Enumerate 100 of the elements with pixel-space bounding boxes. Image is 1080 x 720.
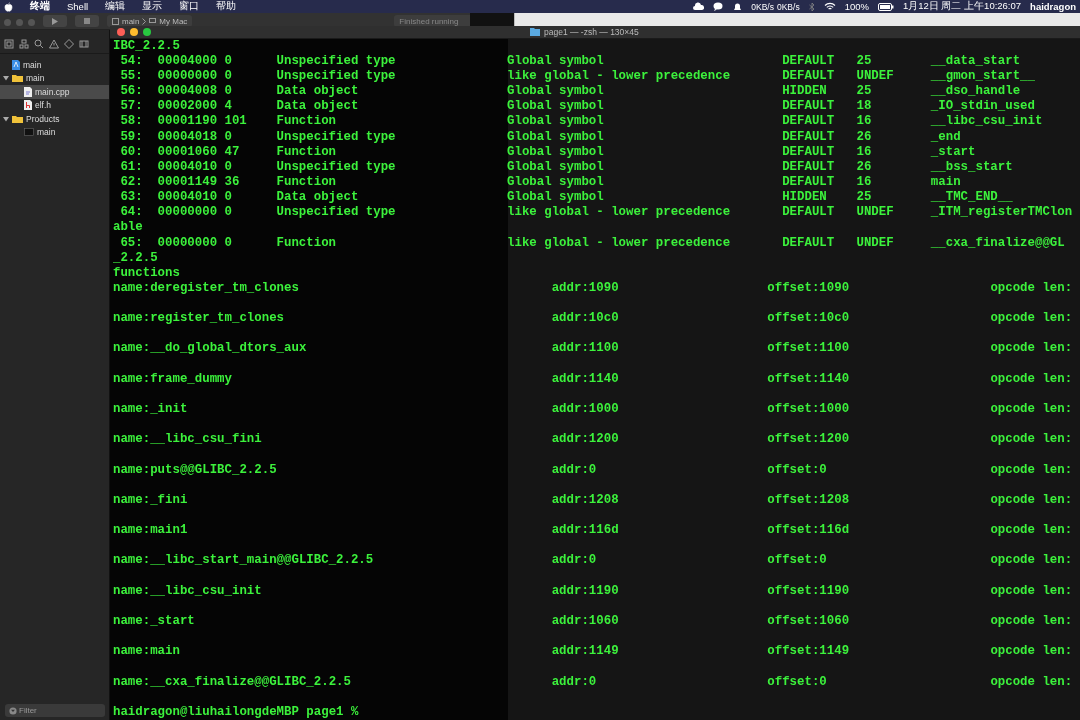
opcode-length: opcode len: xyxy=(990,583,1073,598)
symbol-section: 16 xyxy=(856,114,872,129)
app-icon xyxy=(112,17,119,25)
function-offset: offset:0 xyxy=(767,462,827,477)
symbol-size: 4 xyxy=(224,99,232,114)
folder-icon xyxy=(12,114,23,123)
terminal-text: able xyxy=(113,220,143,236)
function-address: addr:0 xyxy=(551,462,597,477)
symbol-size: 0 xyxy=(224,235,232,250)
symbol-value: 00004008 xyxy=(157,84,218,99)
run-button[interactable] xyxy=(43,15,67,27)
symbol-visibility: DEFAULT xyxy=(782,129,835,144)
symbol-index: 60: xyxy=(120,144,143,159)
symbol-visibility: HIDDEN xyxy=(782,190,827,205)
menu-item[interactable]: 显示 xyxy=(142,0,163,13)
symbol-section: 18 xyxy=(856,99,872,114)
function-address: addr:1100 xyxy=(551,341,619,356)
symbol-value: 00002000 xyxy=(157,99,218,114)
filter-field[interactable]: Filter xyxy=(5,704,105,717)
symbol-value: 00001190 xyxy=(157,114,218,129)
folder-icon xyxy=(12,74,23,83)
symbol-size: 0 xyxy=(224,84,232,99)
stop-button[interactable] xyxy=(75,15,99,27)
function-address: addr:1060 xyxy=(551,614,619,628)
function-address: addr:1200 xyxy=(551,432,619,447)
symbol-index: 64: xyxy=(120,205,143,220)
bluetooth-icon xyxy=(808,1,815,12)
navigator-item[interactable]: main xyxy=(0,58,109,72)
menu-item[interactable]: 窗口 xyxy=(179,0,200,13)
menu-item[interactable]: Shell xyxy=(67,1,89,12)
opcode-length: opcode len: xyxy=(990,644,1073,659)
symbol-type: Unspecified type xyxy=(276,129,396,144)
function-offset: offset:0 xyxy=(767,674,827,689)
function-address: addr:1208 xyxy=(551,492,619,507)
diamond-icon[interactable] xyxy=(64,39,74,49)
symbol-value: 00001149 xyxy=(157,174,218,189)
symbol-value: 00004010 xyxy=(157,159,218,174)
symbol-visibility: DEFAULT xyxy=(782,174,835,189)
search-icon[interactable] xyxy=(34,39,44,49)
symbol-binding: Global symbol xyxy=(507,190,604,205)
chat-bubble-icon xyxy=(713,2,725,11)
symbol-index: 63: xyxy=(120,190,143,205)
navigator-item[interactable]: elf.h xyxy=(0,98,109,112)
battery-percent: 100% xyxy=(844,1,869,12)
symbol-name: __cxa_finalize@@GL xyxy=(930,235,1065,250)
symbol-index: 59: xyxy=(120,129,143,144)
symbol-visibility: DEFAULT xyxy=(782,205,835,220)
folder-square-icon[interactable] xyxy=(4,39,14,49)
function-offset: offset:1090 xyxy=(767,280,850,295)
symbol-section: UNDEF xyxy=(856,68,894,83)
window-title: page1 — -zsh — 130×45 xyxy=(544,26,639,37)
warning-icon[interactable] xyxy=(49,39,59,49)
menu-item[interactable]: 帮助 xyxy=(216,0,237,13)
function-address: addr:1140 xyxy=(551,371,619,386)
function-name: name:_start xyxy=(113,614,195,628)
function-name: name:__libc_csu_fini xyxy=(113,432,262,447)
symbol-visibility: DEFAULT xyxy=(782,159,835,174)
list-icon[interactable] xyxy=(79,39,89,49)
minimize-button[interactable] xyxy=(130,27,138,36)
symbol-type: Unspecified type xyxy=(276,159,396,174)
symbol-type: Function xyxy=(276,174,337,189)
function-offset: offset:0 xyxy=(767,553,827,568)
close-button[interactable] xyxy=(117,27,125,36)
navigator-item[interactable]: main xyxy=(0,71,109,85)
menu-item[interactable]: 编辑 xyxy=(105,0,126,13)
symbol-type: Data object xyxy=(276,99,359,114)
symbol-name: _IO_stdin_used xyxy=(930,99,1035,114)
symbol-section: 16 xyxy=(856,174,872,189)
opcode-length: opcode len: xyxy=(990,311,1073,326)
symbol-index: 65: xyxy=(120,235,143,250)
symbol-name: _end xyxy=(930,129,961,144)
navigator-item[interactable]: Products xyxy=(0,112,109,126)
function-offset: offset:10c0 xyxy=(767,311,850,326)
symbol-value: 00000000 xyxy=(157,205,218,220)
stop-icon xyxy=(84,18,90,24)
menu-item[interactable]: 终端 xyxy=(30,0,50,13)
scheme-selector[interactable]: main My Mac xyxy=(107,15,193,27)
function-offset: offset:1200 xyxy=(767,432,850,447)
symbol-size: 0 xyxy=(224,68,232,83)
symbol-value: 00004018 xyxy=(157,129,218,144)
opcode-length: opcode len: xyxy=(990,341,1073,356)
symbol-binding: Global symbol xyxy=(507,114,604,129)
function-name: name:main1 xyxy=(113,523,188,538)
navigator-item[interactable]: main.cpp xyxy=(0,85,109,99)
user-name[interactable]: haidragon xyxy=(1030,1,1076,12)
symbol-type: Unspecified type xyxy=(276,205,396,220)
symbol-name: main xyxy=(930,174,961,189)
function-name: name:deregister_tm_clones xyxy=(113,280,299,295)
navigator-item[interactable]: main xyxy=(0,125,109,139)
function-offset: offset:116d xyxy=(767,523,850,538)
function-offset: offset:1100 xyxy=(767,341,850,356)
function-address: addr:0 xyxy=(551,674,597,689)
menu-clock[interactable]: 1月12日 周二 上午10:26:07 xyxy=(902,0,1022,13)
symbol-binding: like global - lower precedence xyxy=(507,68,731,83)
symbol-size: 0 xyxy=(224,205,232,220)
symbol-binding: Global symbol xyxy=(507,174,604,189)
zoom-button[interactable] xyxy=(143,27,151,36)
hierarchy-icon[interactable] xyxy=(19,39,29,49)
symbol-binding: Global symbol xyxy=(507,159,604,174)
symbol-section: UNDEF xyxy=(856,235,894,250)
